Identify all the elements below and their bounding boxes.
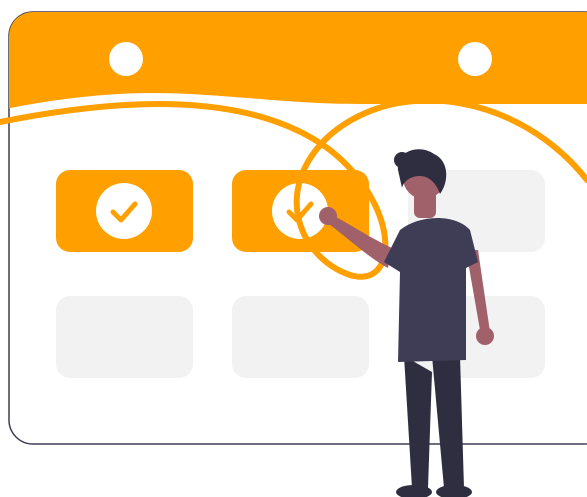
- person-hair-bun: [394, 152, 410, 168]
- calendar-slot-empty: [56, 296, 193, 378]
- binder-hole-right: [458, 42, 492, 76]
- schedule-illustration: [0, 0, 587, 497]
- calendar-scene-svg: [0, 11, 587, 497]
- person-hand-reaching: [319, 207, 337, 225]
- calendar-header: [9, 12, 587, 110]
- calendar-icon: [8, 11, 587, 445]
- check-circle: [96, 183, 152, 239]
- calendar-slot-checked: [56, 170, 193, 252]
- person-shoe-right: [436, 485, 472, 497]
- person-hand-hanging: [476, 327, 494, 345]
- person-leg-left: [404, 356, 432, 488]
- binder-hole-left: [109, 42, 143, 76]
- calendar-slot-empty: [232, 296, 369, 378]
